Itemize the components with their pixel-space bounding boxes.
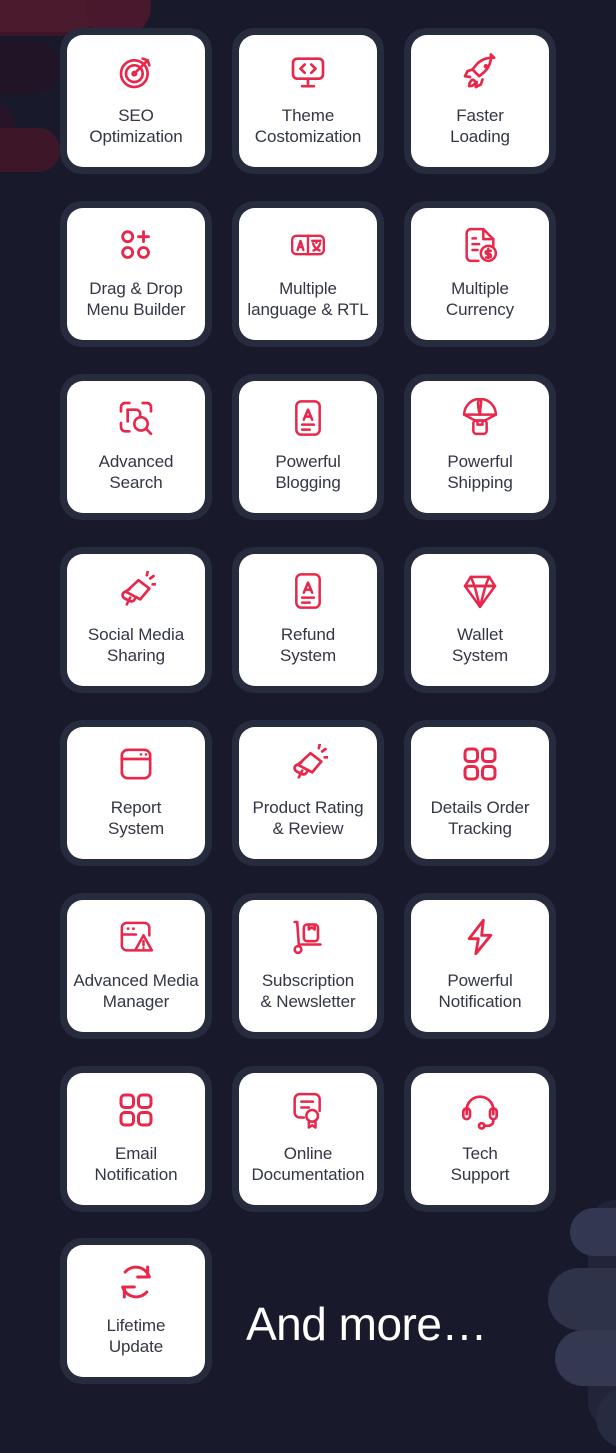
feature-card-label: Online Documentation (251, 1144, 365, 1184)
feature-card[interactable]: Powerful Notification (404, 893, 556, 1039)
feature-card[interactable]: Online Documentation (232, 1066, 384, 1212)
feature-card-label: Drag & Drop Menu Builder (86, 279, 186, 319)
article-document-icon (288, 398, 328, 438)
feature-card-label: Advanced Search (98, 452, 174, 492)
feature-card-label: Advanced Media Manager (73, 971, 199, 1011)
feature-card-surface: Powerful Shipping (411, 381, 549, 513)
feature-card[interactable]: Faster Loading (404, 28, 556, 174)
hand-truck-icon (288, 917, 328, 957)
feature-card-label: SEO Optimization (89, 106, 183, 146)
drag-drop-grid-plus-icon (116, 225, 156, 265)
lightning-bolt-icon (460, 917, 500, 957)
feature-card-surface: Lifetime Update (67, 1245, 205, 1377)
feature-card-surface: Advanced Media Manager (67, 900, 205, 1032)
code-monitor-icon (288, 52, 328, 92)
feature-card-surface: Faster Loading (411, 35, 549, 167)
feature-card-label: Details Order Tracking (430, 798, 530, 838)
four-squares-icon (116, 1090, 156, 1130)
scan-search-icon (116, 398, 156, 438)
feature-card-label: Lifetime Update (106, 1316, 166, 1356)
feature-card[interactable]: SEO Optimization (60, 28, 212, 174)
feature-card-label: Powerful Notification (438, 971, 522, 1011)
feature-card[interactable]: Product Rating & Review (232, 720, 384, 866)
feature-card-surface: Multiple Currency (411, 208, 549, 340)
browser-window-icon (116, 744, 156, 784)
megaphone-icon (116, 571, 156, 611)
feature-card-surface: Social Media Sharing (67, 554, 205, 686)
document-dollar-icon (460, 225, 500, 265)
refresh-cycle-icon (116, 1262, 156, 1302)
feature-card-label: Email Notification (94, 1144, 178, 1184)
feature-card-label: Multiple Currency (445, 279, 515, 319)
certificate-icon (288, 1090, 328, 1130)
feature-card[interactable]: Details Order Tracking (404, 720, 556, 866)
feature-card-surface: Drag & Drop Menu Builder (67, 208, 205, 340)
diamond-icon (460, 571, 500, 611)
translate-language-icon (288, 225, 328, 265)
four-squares-icon (460, 744, 500, 784)
feature-card[interactable]: Lifetime Update (60, 1238, 212, 1384)
feature-card-surface: Report System (67, 727, 205, 859)
feature-card-surface: Details Order Tracking (411, 727, 549, 859)
feature-card-surface: Wallet System (411, 554, 549, 686)
feature-card[interactable]: Multiple Currency (404, 201, 556, 347)
feature-card[interactable]: Multiple language & RTL (232, 201, 384, 347)
and-more-heading: And more… (246, 1298, 487, 1350)
feature-card[interactable]: Report System (60, 720, 212, 866)
rocket-icon (460, 52, 500, 92)
feature-card-surface: Advanced Search (67, 381, 205, 513)
feature-card-label: Social Media Sharing (87, 625, 185, 665)
feature-card[interactable]: Powerful Blogging (232, 374, 384, 520)
feature-card-surface: Powerful Notification (411, 900, 549, 1032)
feature-card[interactable]: Tech Support (404, 1066, 556, 1212)
feature-card[interactable]: Wallet System (404, 547, 556, 693)
feature-card-label: Subscription & Newsletter (260, 971, 356, 1011)
feature-last-row: Lifetime Update And more… (0, 1238, 616, 1410)
feature-card-surface: Tech Support (411, 1073, 549, 1205)
feature-card-surface: Powerful Blogging (239, 381, 377, 513)
feature-card[interactable]: Drag & Drop Menu Builder (60, 201, 212, 347)
feature-card-label: Refund System (279, 625, 337, 665)
feature-card[interactable]: Theme Costomization (232, 28, 384, 174)
feature-card-surface: Product Rating & Review (239, 727, 377, 859)
feature-card[interactable]: Subscription & Newsletter (232, 893, 384, 1039)
feature-card-label: Theme Costomization (254, 106, 362, 146)
feature-card-surface: Refund System (239, 554, 377, 686)
feature-card[interactable]: Advanced Media Manager (60, 893, 212, 1039)
feature-card-surface: Email Notification (67, 1073, 205, 1205)
feature-card-surface: Online Documentation (239, 1073, 377, 1205)
feature-card-label: Tech Support (450, 1144, 510, 1184)
megaphone-icon (288, 744, 328, 784)
feature-card[interactable]: Social Media Sharing (60, 547, 212, 693)
feature-card-surface: Multiple language & RTL (239, 208, 377, 340)
feature-grid-page: SEO Optimization Theme Costomization Fas… (0, 0, 616, 1453)
feature-card-grid: SEO Optimization Theme Costomization Fas… (0, 0, 616, 1238)
feature-card-surface: Subscription & Newsletter (239, 900, 377, 1032)
feature-card-label: Multiple language & RTL (247, 279, 369, 319)
feature-card-label: Powerful Blogging (275, 452, 341, 492)
parachute-package-icon (460, 398, 500, 438)
feature-card-label: Powerful Shipping (447, 452, 513, 492)
target-arrow-icon (116, 52, 156, 92)
feature-card-surface: SEO Optimization (67, 35, 205, 167)
media-warning-icon (116, 917, 156, 957)
feature-card-label: Wallet System (451, 625, 509, 665)
feature-card[interactable]: Refund System (232, 547, 384, 693)
feature-card[interactable]: Powerful Shipping (404, 374, 556, 520)
feature-card-label: Report System (107, 798, 165, 838)
headset-icon (460, 1090, 500, 1130)
feature-card-label: Product Rating & Review (252, 798, 364, 838)
feature-card-surface: Theme Costomization (239, 35, 377, 167)
article-document-icon (288, 571, 328, 611)
feature-card[interactable]: Email Notification (60, 1066, 212, 1212)
feature-card[interactable]: Advanced Search (60, 374, 212, 520)
feature-card-label: Faster Loading (450, 106, 510, 146)
